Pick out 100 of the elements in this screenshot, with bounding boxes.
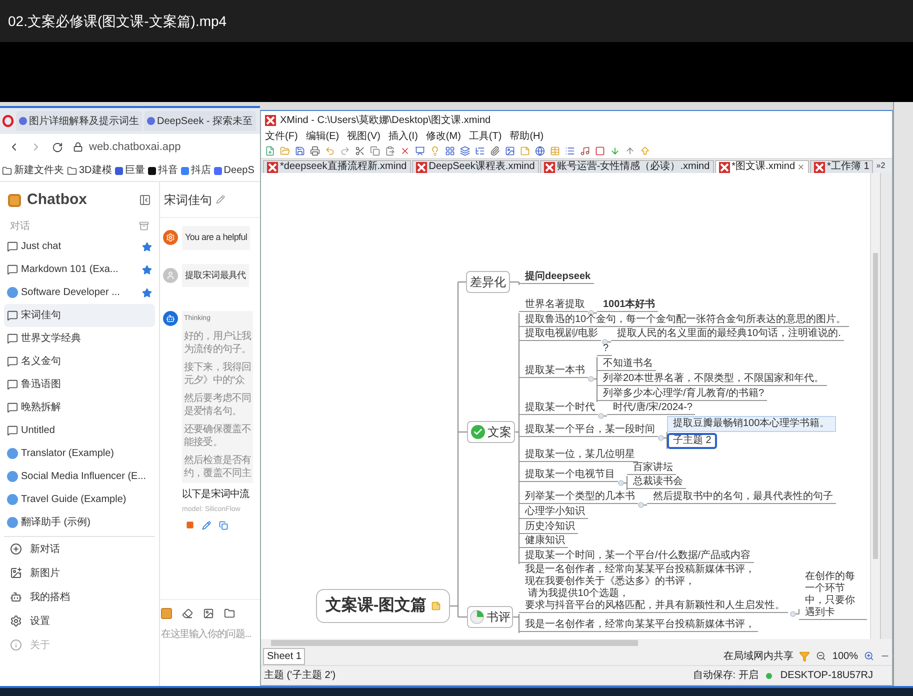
subtopic[interactable]: ? bbox=[597, 343, 612, 356]
music-icon[interactable] bbox=[580, 146, 590, 156]
sidebar-action[interactable]: 新对话 bbox=[4, 537, 155, 561]
document-tab[interactable]: DeepSeek课程表.xmind bbox=[412, 160, 539, 173]
printer-icon[interactable] bbox=[310, 146, 320, 156]
chatbox-logo-icon[interactable] bbox=[161, 608, 172, 619]
image-icon[interactable] bbox=[505, 146, 515, 156]
conversation-item[interactable]: Translator (Example) bbox=[4, 442, 155, 465]
menu-item[interactable]: 视图(V) bbox=[347, 129, 380, 144]
subtopic[interactable]: 子主题 2 bbox=[667, 433, 718, 449]
branch-topic[interactable]: 书评 bbox=[467, 606, 513, 628]
conversation-item[interactable]: Software Developer ... bbox=[4, 281, 155, 304]
subtopic[interactable]: 在创作的每一个环节中，只要你遇到卡 bbox=[799, 571, 867, 620]
note-icon[interactable] bbox=[430, 601, 441, 611]
subtopic[interactable]: 百家讲坛 bbox=[627, 462, 676, 475]
sidebar-action[interactable]: 我的搭档 bbox=[4, 585, 155, 609]
globe-icon[interactable] bbox=[535, 146, 545, 156]
subtopic[interactable]: 然后提取书中的名句，最具代表性的句子 bbox=[647, 491, 836, 504]
subtopic[interactable]: 历史冷知识 bbox=[519, 521, 578, 534]
menu-item[interactable]: 修改(M) bbox=[426, 129, 461, 144]
down-arrow-icon[interactable] bbox=[610, 146, 620, 156]
subtopic[interactable]: 提取某一个电视节目 bbox=[519, 469, 618, 482]
edit-icon[interactable] bbox=[202, 521, 211, 530]
share-label[interactable]: 在局域网内共享 bbox=[723, 648, 794, 664]
vertical-scrollbar[interactable] bbox=[870, 173, 880, 639]
subtopic[interactable]: 提取鲁迅的10个金句，每一个金句配一张符合金句所表达的意思的图片。 bbox=[519, 314, 850, 327]
undo-icon[interactable] bbox=[325, 146, 335, 156]
sidebar-action[interactable]: 新图片 bbox=[4, 561, 155, 585]
star-icon[interactable] bbox=[142, 242, 152, 252]
edit-icon[interactable] bbox=[216, 195, 225, 204]
note-icon[interactable] bbox=[520, 146, 530, 156]
up-arrow-icon[interactable] bbox=[625, 146, 635, 156]
star-icon[interactable] bbox=[142, 288, 152, 298]
subtopic[interactable]: 世界名著提取 bbox=[519, 299, 588, 312]
subtopic[interactable]: 1001本好书 bbox=[597, 299, 658, 312]
bookmark[interactable]: 3D建模 bbox=[67, 163, 112, 178]
subtopic[interactable]: 健康知识 bbox=[519, 535, 568, 548]
star-icon[interactable] bbox=[142, 264, 152, 274]
menu-item[interactable]: 文件(F) bbox=[265, 129, 298, 144]
conversation-item[interactable]: 鲁迅语图 bbox=[4, 373, 155, 396]
lightbulb-icon[interactable] bbox=[430, 146, 440, 156]
subtopic[interactable]: 列举某一个类型的几本书 bbox=[519, 491, 638, 504]
folder-icon[interactable] bbox=[224, 608, 235, 619]
subtopic[interactable]: 提取电视剧/电影 bbox=[519, 328, 601, 341]
zoom-out-icon[interactable] bbox=[816, 651, 826, 661]
subtopic[interactable]: 提取某一个时代 bbox=[519, 402, 598, 415]
subtopic[interactable]: 列举20本世界名著，不限类型，不限国家和年代。 bbox=[597, 373, 828, 386]
stop-icon[interactable] bbox=[595, 146, 605, 156]
bookmark[interactable]: DeepS bbox=[214, 163, 254, 178]
close-icon[interactable] bbox=[797, 163, 806, 171]
conversation-item[interactable]: Markdown 101 (Exa... bbox=[4, 258, 155, 281]
subtopic[interactable]: 提取某一个时间，某一个平台/什么数据/产品或内容 bbox=[519, 550, 754, 563]
conversation-item[interactable]: 晚熟拆解 bbox=[4, 396, 155, 419]
subtopic[interactable]: 时代/唐/宋/2024-? bbox=[607, 402, 696, 415]
subtopic[interactable]: 心理学小知识 bbox=[519, 506, 588, 519]
message-input[interactable]: 在这里输入你的问题... bbox=[161, 627, 259, 642]
bookmark[interactable]: 新建文件夹 bbox=[2, 163, 64, 178]
menu-item[interactable]: 帮助(H) bbox=[510, 129, 544, 144]
paperclip-icon[interactable] bbox=[490, 146, 500, 156]
browser-tab[interactable]: 图片详细解释及提示词生 bbox=[16, 111, 142, 131]
presentation-icon[interactable] bbox=[415, 146, 425, 156]
branch-topic[interactable]: 文案 bbox=[467, 421, 515, 443]
bookmark[interactable]: 抖店 bbox=[180, 163, 211, 178]
conversation-item[interactable]: 翻译助手 (示例) bbox=[4, 511, 155, 534]
new-file-icon[interactable] bbox=[265, 146, 275, 156]
conversation-item[interactable]: Just chat bbox=[4, 235, 155, 258]
collapse-sidebar-icon[interactable] bbox=[139, 194, 151, 206]
document-tab[interactable]: *deepseek直播流程新.xmind bbox=[263, 160, 411, 173]
central-topic[interactable]: 文案课-图文篇 bbox=[316, 589, 450, 623]
delete-icon[interactable] bbox=[400, 146, 410, 156]
document-tab[interactable]: *工作簿 1 bbox=[810, 160, 874, 173]
layout-icon[interactable] bbox=[445, 146, 455, 156]
cut-icon[interactable] bbox=[355, 146, 365, 156]
sheet-tab[interactable]: Sheet 1 bbox=[263, 648, 306, 664]
subtopic[interactable]: 提取某一本书 bbox=[519, 365, 588, 378]
copy-icon[interactable] bbox=[370, 146, 380, 156]
menu-item[interactable]: 插入(I) bbox=[388, 129, 418, 144]
subtopic[interactable]: 我是一名创作者，经常向某某平台投稿新媒体书评， bbox=[519, 619, 758, 632]
more-tabs-indicator[interactable]: »2 bbox=[876, 160, 886, 172]
sidebar-action[interactable]: 设置 bbox=[4, 609, 155, 633]
subtopic[interactable]: 列举多少本心理学/育儿教育/的书籍? bbox=[597, 388, 768, 401]
subtopic[interactable]: 提问deepseek bbox=[519, 271, 594, 284]
conversation-item[interactable]: 世界文学经典 bbox=[4, 327, 155, 350]
subtopic[interactable]: 我是一名创作者，经常向某某平台投稿新媒体书评， 现在我要创作关于《悉达多》的书评， 请为我提供10个选题， 要求与抖音平台的风格匹配，并具有新颖性和人生启发性。 bbox=[519, 564, 788, 613]
conversation-item[interactable]: 名义金句 bbox=[4, 350, 155, 373]
subtopic[interactable]: 不知道书名 bbox=[597, 358, 656, 371]
menu-item[interactable]: 工具(T) bbox=[468, 129, 502, 144]
eraser-icon[interactable] bbox=[182, 608, 193, 619]
save-icon[interactable] bbox=[295, 146, 305, 156]
conversation-item[interactable]: Travel Guide (Example) bbox=[4, 488, 155, 511]
browser-tab[interactable]: DeepSeek - 探索未至 bbox=[144, 111, 256, 131]
conversation-item[interactable]: Social Media Influencer (E... bbox=[4, 465, 155, 488]
paste-icon[interactable] bbox=[385, 146, 395, 156]
conversation-item[interactable]: Untitled bbox=[4, 419, 155, 442]
reload-icon[interactable] bbox=[52, 142, 63, 152]
subtopic[interactable]: 提取某一位，某几位明星 bbox=[519, 449, 638, 462]
branch-topic[interactable]: 差异化 bbox=[466, 271, 510, 293]
subtopic[interactable]: 总裁读书会 bbox=[627, 476, 686, 489]
archive-icon[interactable] bbox=[139, 221, 149, 231]
bookmark[interactable]: 巨量 bbox=[114, 163, 145, 178]
